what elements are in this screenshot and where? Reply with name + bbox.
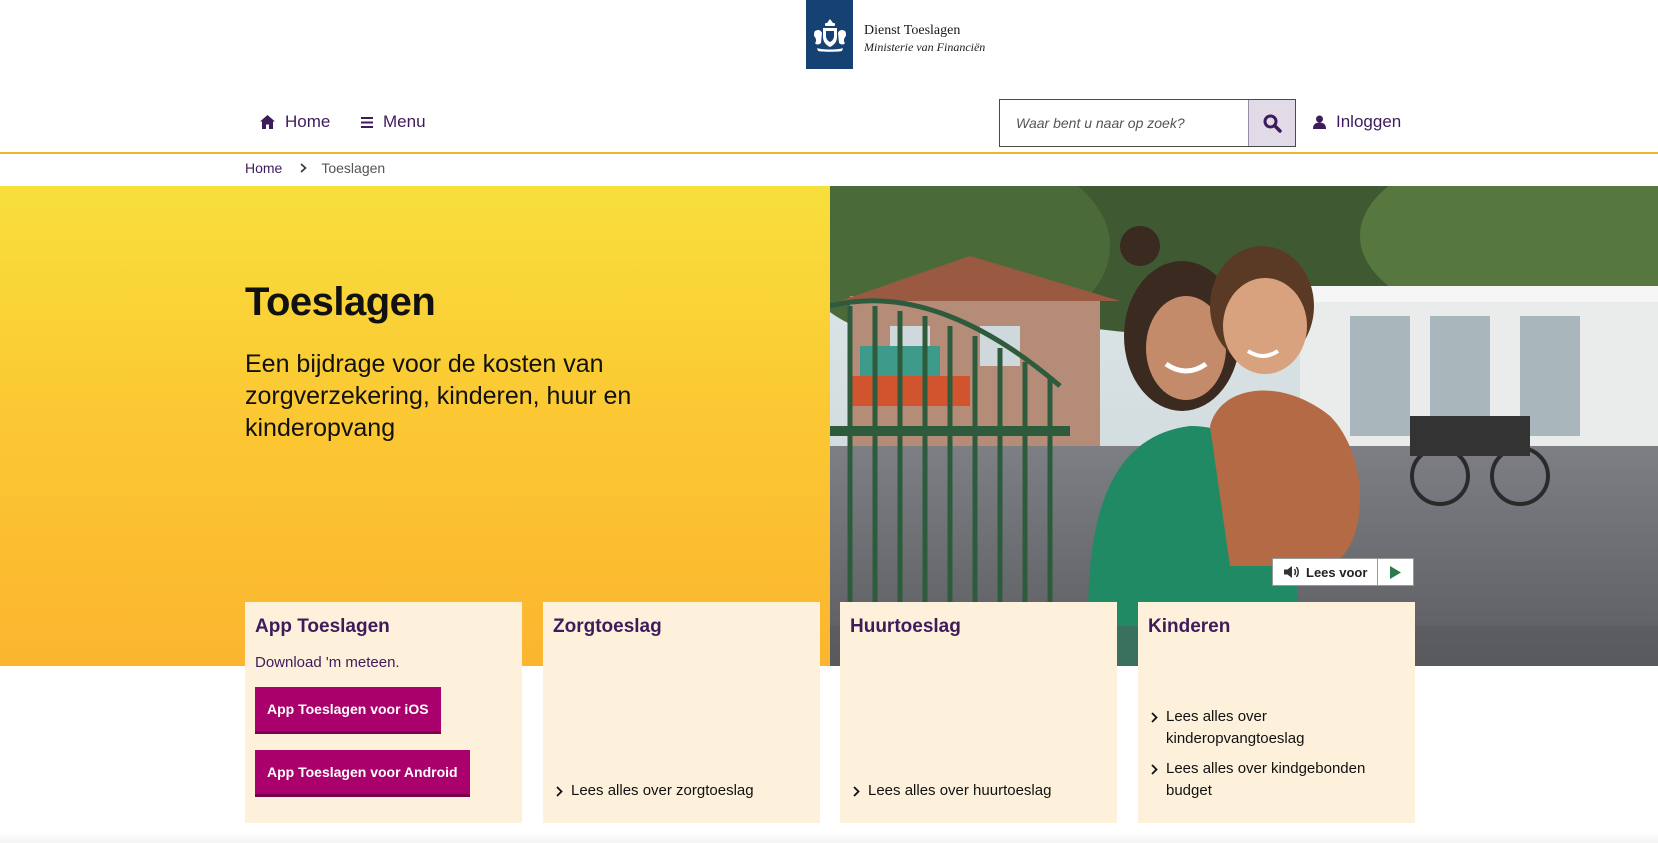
top-navigation: Home Menu Inloggen: [0, 94, 1658, 154]
card-zorgtoeslag: Zorgtoeslag Lees alles over zorgtoeslag: [543, 602, 820, 823]
speaker-icon: [1284, 566, 1299, 578]
chevron-right-icon: [1151, 712, 1158, 723]
card-link-kinderopvangtoeslag[interactable]: Lees alles over kinderopvangtoeslag: [1151, 706, 1405, 750]
hero-banner: Toeslagen Een bijdrage voor de kosten va…: [0, 186, 1658, 666]
site-logo[interactable]: Dienst Toeslagen Ministerie van Financië…: [806, 0, 985, 69]
search-icon: [1263, 114, 1282, 133]
card-links: Lees alles over zorgtoeslag: [556, 780, 810, 802]
nav-home-link[interactable]: Home: [260, 112, 330, 132]
breadcrumb-current: Toeslagen: [321, 160, 386, 176]
card-link-label: Lees alles over zorgtoeslag: [571, 782, 754, 799]
chevron-right-icon: [1151, 764, 1158, 775]
card-title[interactable]: Zorgtoeslag: [553, 616, 810, 638]
nav-menu-label: Menu: [383, 112, 426, 131]
breadcrumb: Home Toeslagen: [245, 160, 385, 176]
card-link-label: Lees alles over huurtoeslag: [868, 782, 1052, 799]
logo-org-name: Dienst Toeslagen: [864, 23, 961, 38]
card-title[interactable]: Kinderen: [1148, 616, 1405, 638]
hero-yellow-panel: Toeslagen Een bijdrage voor de kosten va…: [0, 186, 830, 666]
read-aloud-label: Lees voor: [1306, 564, 1368, 580]
card-link-label: Lees alles over kinderopvangtoeslag: [1166, 708, 1305, 747]
card-link-kindgebonden-budget[interactable]: Lees alles over kindgebonden budget: [1151, 758, 1405, 802]
page-bottom-shade: [0, 832, 1658, 843]
logo-text: Dienst Toeslagen Ministerie van Financië…: [864, 23, 985, 55]
nav-home-label: Home: [285, 112, 331, 131]
chevron-right-icon: [300, 163, 308, 173]
play-button[interactable]: [1377, 559, 1413, 585]
user-icon: [1313, 115, 1326, 129]
play-icon: [1390, 565, 1402, 579]
app-ios-button[interactable]: App Toeslagen voor iOS: [255, 687, 441, 734]
nav-login-label: Inloggen: [1336, 112, 1402, 131]
card-title[interactable]: Huurtoeslag: [850, 616, 1107, 638]
card-links: Lees alles over kinderopvangtoeslag Lees…: [1151, 706, 1405, 802]
search-button[interactable]: [1248, 100, 1295, 146]
logo-ministry-name: Ministerie van Financiën: [864, 40, 986, 54]
breadcrumb-home-link[interactable]: Home: [245, 160, 282, 176]
chevron-right-icon: [556, 786, 563, 797]
hero-subtitle: Een bijdrage voor de kosten van zorgverz…: [245, 350, 632, 442]
card-app-toeslagen: App Toeslagen Download 'm meteen. App To…: [245, 602, 522, 823]
page-title: Toeslagen: [245, 280, 436, 324]
card-link-zorgtoeslag[interactable]: Lees alles over zorgtoeslag: [556, 780, 810, 802]
app-android-button[interactable]: App Toeslagen voor Android: [255, 750, 470, 797]
read-aloud-button[interactable]: Lees voor: [1273, 559, 1377, 585]
home-icon: [260, 115, 275, 129]
search-box: [999, 99, 1296, 147]
nav-menu-button[interactable]: Menu: [361, 112, 426, 132]
nav-login-link[interactable]: Inloggen: [1313, 112, 1401, 132]
card-links: Lees alles over huurtoeslag: [853, 780, 1107, 802]
search-input[interactable]: [1000, 100, 1248, 146]
card-huurtoeslag: Huurtoeslag Lees alles over huurtoeslag: [840, 602, 1117, 823]
card-title[interactable]: App Toeslagen: [255, 616, 512, 638]
card-link-huurtoeslag[interactable]: Lees alles over huurtoeslag: [853, 780, 1107, 802]
card-description: Download 'm meteen.: [255, 654, 400, 671]
hero-photo: [830, 186, 1658, 666]
readspeaker-widget: Lees voor: [1272, 558, 1415, 586]
card-kinderen: Kinderen Lees alles over kinderopvangtoe…: [1138, 602, 1415, 823]
card-link-label: Lees alles over kindgebonden budget: [1166, 760, 1366, 799]
menu-icon: [361, 116, 373, 128]
chevron-right-icon: [853, 786, 860, 797]
crest-icon: [806, 0, 853, 69]
